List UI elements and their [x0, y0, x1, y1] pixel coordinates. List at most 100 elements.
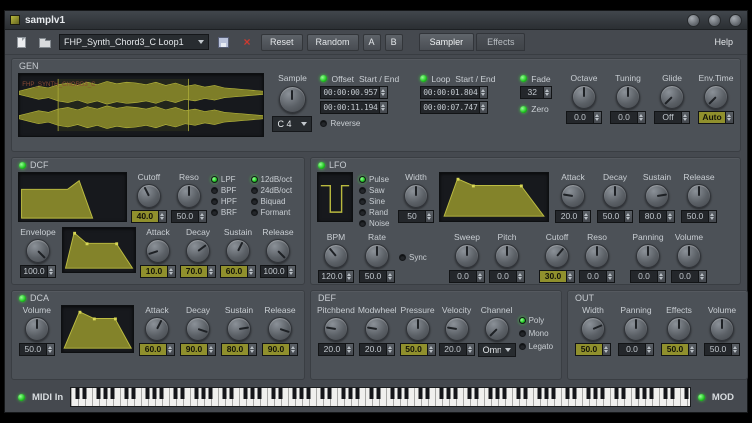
dcf-release-spinbox[interactable]: 100.0 [260, 265, 296, 278]
spin-arrows[interactable] [657, 271, 665, 282]
def-mode-mono[interactable]: Mono [519, 328, 555, 338]
def-pitchbend-spinbox[interactable]: 20.0 [318, 343, 354, 356]
lfo-sweep-spinbox[interactable]: 0.0 [449, 270, 485, 283]
out-width-knob[interactable] [581, 317, 605, 341]
maximize-button[interactable] [708, 14, 721, 27]
spin-arrows[interactable] [47, 266, 55, 277]
spin-arrows[interactable] [166, 344, 174, 355]
dcf-envelope-spinbox[interactable]: 100.0 [20, 265, 56, 278]
out-volume-knob[interactable] [710, 317, 734, 341]
spin-arrows[interactable] [427, 344, 435, 355]
envtime-spinbox[interactable]: Auto [698, 111, 734, 124]
dcf-slope-formant[interactable]: Formant [251, 207, 299, 217]
lfo-shape-pulse[interactable]: Pulse [359, 174, 393, 184]
lfo-attack-spinbox[interactable]: 20.0 [555, 210, 591, 223]
new-preset-button[interactable] [11, 33, 31, 52]
lfo-sustain-knob[interactable] [645, 184, 669, 208]
dcf-sustain-knob[interactable] [226, 239, 250, 263]
def-channel-knob[interactable] [485, 317, 509, 341]
reverse-checkbox[interactable]: Reverse [320, 118, 412, 128]
spin-arrows[interactable] [666, 211, 674, 222]
spin-arrows[interactable] [167, 266, 175, 277]
dcf-attack-knob[interactable] [146, 239, 170, 263]
spin-arrows[interactable] [543, 87, 551, 98]
spin-arrows[interactable] [345, 344, 353, 355]
spin-arrows[interactable] [566, 271, 574, 282]
lfo-pitch-knob[interactable] [495, 244, 519, 268]
lfo-shape-saw[interactable]: Saw [359, 185, 393, 195]
dcf-reso-spinbox[interactable]: 50.0 [171, 210, 207, 223]
envelope-handle[interactable] [93, 318, 96, 321]
dcf-decay-knob[interactable] [186, 239, 210, 263]
lfo-cutoff-knob[interactable] [545, 244, 569, 268]
out-panning-knob[interactable] [624, 317, 648, 341]
spin-arrows[interactable] [287, 266, 295, 277]
def-velocity-knob[interactable] [445, 317, 469, 341]
zero-toggle[interactable]: Zero [520, 104, 558, 114]
spin-arrows[interactable] [386, 271, 394, 282]
envelope-handle[interactable] [457, 178, 460, 181]
spin-arrows[interactable] [289, 344, 297, 355]
note-combobox[interactable]: C 4 [272, 116, 312, 132]
def-modwheel-spinbox[interactable]: 20.0 [359, 343, 395, 356]
close-button[interactable] [729, 14, 742, 27]
dca-release-knob[interactable] [268, 317, 292, 341]
dcf-slope-12db[interactable]: 12dB/oct [251, 174, 299, 184]
lfo-sync-checkbox[interactable]: Sync [399, 252, 437, 262]
waveform-display[interactable]: FHP_SYNTH_CHORD3_C [18, 73, 264, 137]
spin-arrows[interactable] [379, 102, 387, 113]
dcf-cutoff-spinbox[interactable]: 40.0 [131, 210, 167, 223]
envelope-handle[interactable] [115, 242, 118, 245]
lfo-decay-knob[interactable] [603, 184, 627, 208]
spin-arrows[interactable] [479, 102, 487, 113]
dca-decay-knob[interactable] [186, 317, 210, 341]
lfo-shape-noise[interactable]: Noise [359, 218, 393, 228]
dcf-led[interactable] [19, 162, 26, 169]
lfo-reso-spinbox[interactable]: 0.0 [579, 270, 615, 283]
titlebar[interactable]: samplv1 [5, 11, 747, 30]
compare-b-button[interactable]: B [385, 34, 403, 51]
loop-start-spinbox[interactable]: 00:00:01.804 [420, 86, 488, 99]
dca-volume-knob[interactable] [25, 317, 49, 341]
dcf-release-knob[interactable] [266, 239, 290, 263]
dca-attack-knob[interactable] [145, 317, 169, 341]
minimize-button[interactable] [687, 14, 700, 27]
dca-decay-spinbox[interactable]: 90.0 [180, 343, 216, 356]
spin-arrows[interactable] [624, 211, 632, 222]
lfo-width-knob[interactable] [404, 184, 428, 208]
sample-knob[interactable] [279, 86, 306, 113]
envelope-handle[interactable] [78, 311, 81, 314]
dcf-decay-spinbox[interactable]: 70.0 [180, 265, 216, 278]
spin-arrows[interactable] [198, 211, 206, 222]
dca-envelope-display[interactable] [61, 305, 134, 353]
dcf-attack-spinbox[interactable]: 10.0 [140, 265, 176, 278]
dcf-reso-knob[interactable] [177, 184, 201, 208]
dcf-type-lpf[interactable]: LPF [211, 174, 247, 184]
spin-arrows[interactable] [479, 87, 487, 98]
spin-arrows[interactable] [516, 271, 524, 282]
dca-led[interactable] [19, 295, 26, 302]
def-mode-poly[interactable]: Poly [519, 315, 555, 325]
lfo-decay-spinbox[interactable]: 50.0 [597, 210, 633, 223]
offset-start-spinbox[interactable]: 00:00:00.957 [320, 86, 388, 99]
loop-end-spinbox[interactable]: 00:00:07.747 [420, 101, 488, 114]
out-volume-spinbox[interactable]: 50.0 [704, 343, 740, 356]
spin-arrows[interactable] [698, 271, 706, 282]
spin-arrows[interactable] [386, 344, 394, 355]
dcf-envelope-knob[interactable] [26, 239, 50, 263]
spin-arrows[interactable] [158, 211, 166, 222]
envelope-handle[interactable] [520, 185, 523, 188]
lfo-reso-knob[interactable] [585, 244, 609, 268]
lfo-shape-rand[interactable]: Rand [359, 207, 393, 217]
out-effects-spinbox[interactable]: 50.0 [661, 343, 697, 356]
spin-arrows[interactable] [345, 271, 353, 282]
tuning-knob[interactable] [616, 85, 640, 109]
piano-keyboard[interactable] [70, 387, 691, 407]
dcf-type-bpf[interactable]: BPF [211, 185, 247, 195]
lfo-bpm-knob[interactable] [324, 244, 348, 268]
dcf-sustain-spinbox[interactable]: 60.0 [220, 265, 256, 278]
envelope-handle[interactable] [86, 242, 89, 245]
def-pitchbend-knob[interactable] [324, 317, 348, 341]
spin-arrows[interactable] [207, 344, 215, 355]
spin-arrows[interactable] [425, 211, 433, 222]
